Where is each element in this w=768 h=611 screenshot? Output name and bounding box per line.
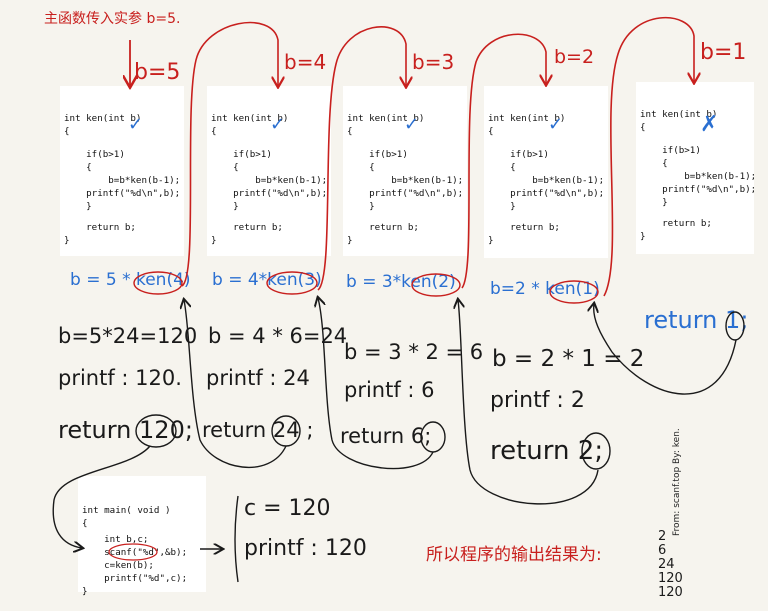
ken-b-circle [108, 543, 158, 561]
result-bracket [234, 495, 239, 583]
call-arrow-2 [317, 26, 406, 291]
call-arrow-1 [181, 21, 278, 287]
ret2-circle [581, 432, 611, 470]
connector-overlay [52, 16, 745, 583]
ken4-circle [133, 271, 183, 295]
ken2-circle [411, 273, 461, 297]
return-arrow-4 [184, 300, 287, 469]
call-arrow-3 [461, 33, 546, 289]
ken3-circle [266, 271, 318, 295]
return-arrow-3 [318, 298, 434, 470]
ret1-circle [725, 311, 745, 341]
ret120-circle [135, 414, 177, 448]
return-arrow-1 [594, 304, 737, 395]
return-arrow-5 [52, 445, 151, 548]
ret6-circle [420, 421, 446, 453]
ret24-circle [271, 415, 301, 447]
ken1-circle [549, 280, 599, 304]
call-arrow-4 [603, 16, 694, 297]
return-arrow-2 [458, 300, 599, 505]
